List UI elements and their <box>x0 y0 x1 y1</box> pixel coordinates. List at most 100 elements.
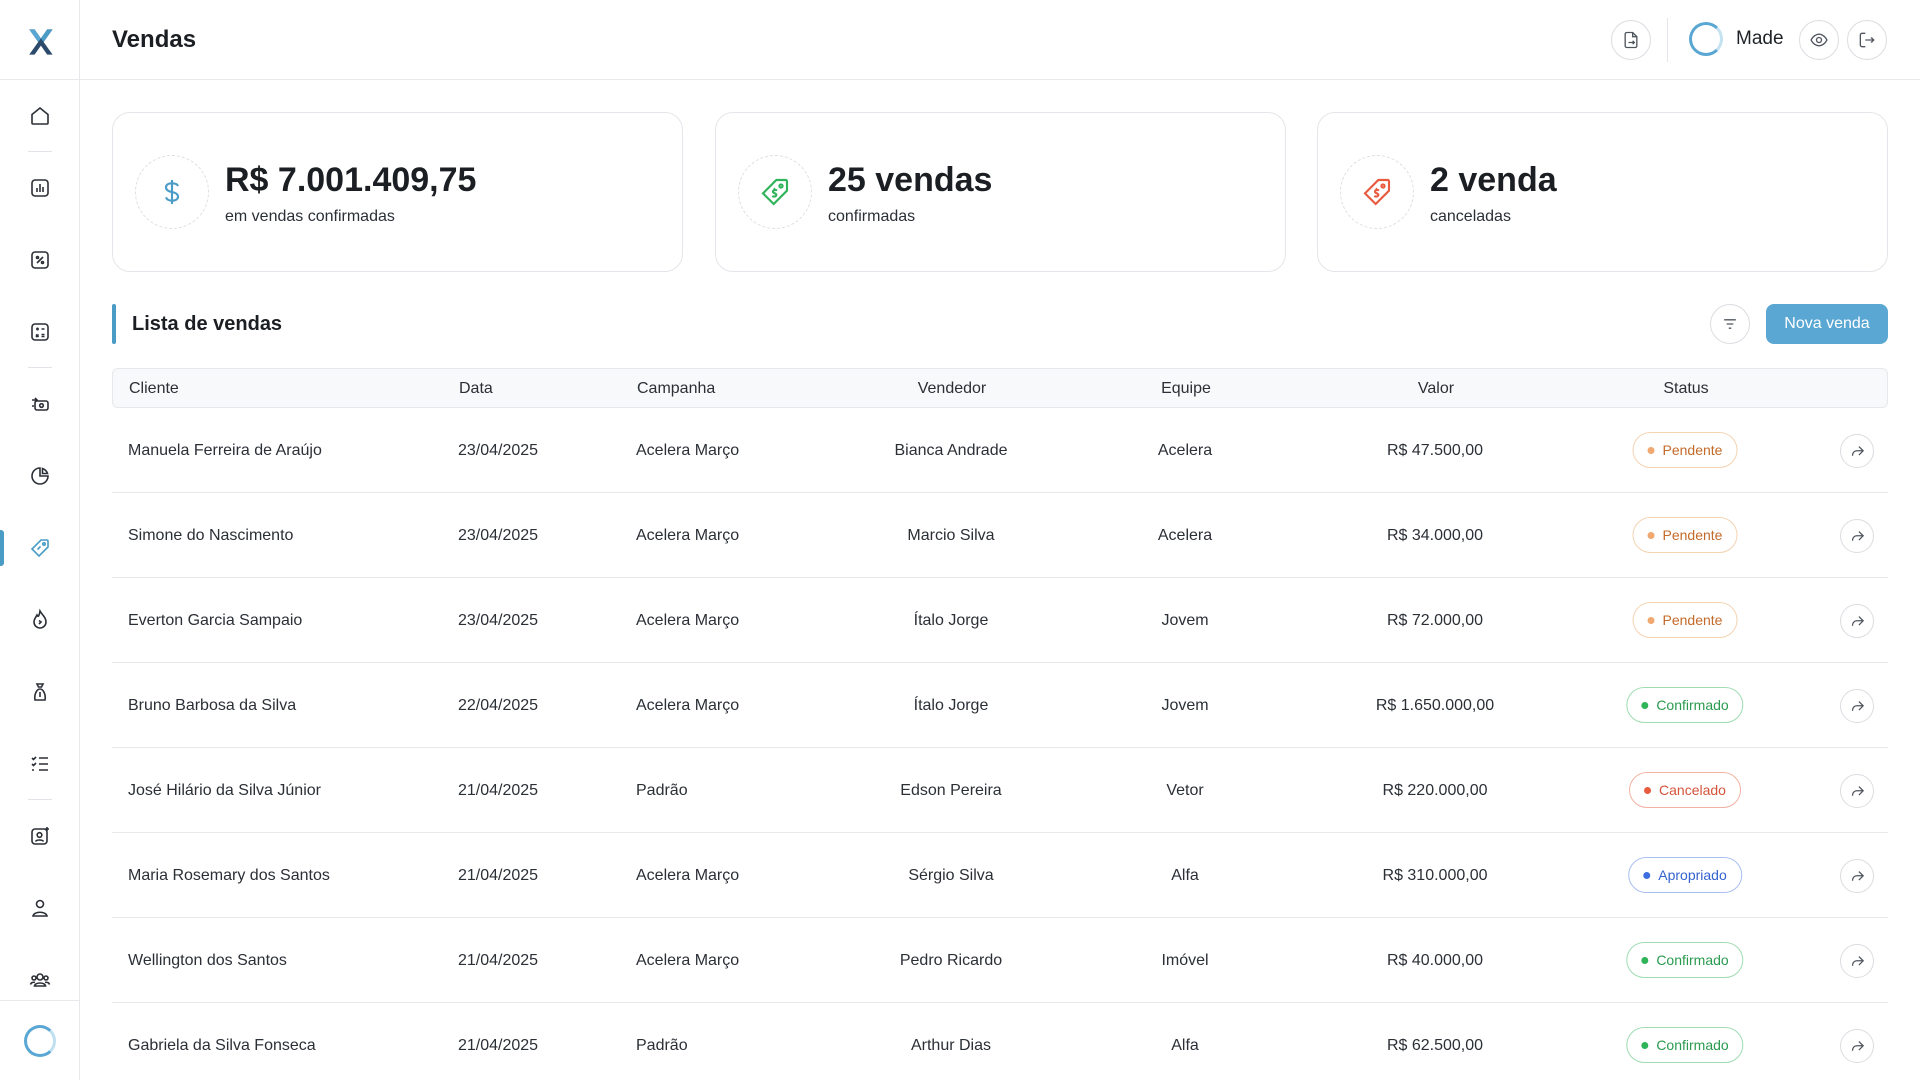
share-button[interactable] <box>1840 944 1874 978</box>
sidebar-item-finance[interactable] <box>0 376 80 432</box>
cell-campanha: Acelera Março <box>636 612 740 629</box>
kpi-value: R$ 7.001.409,75 <box>225 161 477 199</box>
user-name[interactable]: Made <box>1736 28 1784 50</box>
status-label: Cancelado <box>1659 782 1726 798</box>
status-dot-icon <box>1641 956 1649 964</box>
cell-cliente: Simone do Nascimento <box>128 527 294 544</box>
share-button[interactable] <box>1840 1029 1874 1063</box>
nav-divider <box>28 799 52 800</box>
home-icon <box>31 106 49 125</box>
filter-icon <box>1724 319 1736 329</box>
cell-equipe: Jovem <box>1161 612 1209 629</box>
column-header-campanha[interactable]: Campanha <box>637 380 715 398</box>
new-sale-button[interactable]: Nova venda <box>1766 304 1888 344</box>
sidebar-item-goals[interactable] <box>0 592 80 648</box>
cell-campanha: Acelera Março <box>636 952 740 969</box>
status-badge: Cancelado <box>1629 772 1741 808</box>
sidebar-item-calculator[interactable] <box>0 304 80 360</box>
table-row[interactable]: Gabriela da Silva Fonseca 21/04/2025 Pad… <box>112 1003 1888 1080</box>
nav-divider <box>28 367 52 368</box>
cell-equipe: Alfa <box>1171 1037 1199 1054</box>
visibility-toggle-button[interactable] <box>1799 20 1839 60</box>
cell-data: 21/04/2025 <box>458 782 539 799</box>
column-header-valor[interactable]: Valor <box>1418 380 1454 398</box>
logout-icon <box>1859 32 1875 48</box>
filter-button[interactable] <box>1710 304 1750 344</box>
share-button[interactable] <box>1840 859 1874 893</box>
column-header-cliente[interactable]: Cliente <box>129 380 179 398</box>
cell-equipe: Jovem <box>1161 697 1209 714</box>
share-arrow-icon <box>1851 955 1864 966</box>
cell-valor: R$ 310.000,00 <box>1382 867 1488 884</box>
column-header-equipe[interactable]: Equipe <box>1161 380 1211 398</box>
sidebar-item-dashboard[interactable] <box>0 448 80 504</box>
status-label: Pendente <box>1662 527 1723 543</box>
table-row[interactable]: Bruno Barbosa da Silva 22/04/2025 Aceler… <box>112 663 1888 748</box>
cell-cliente: Manuela Ferreira de Araújo <box>128 442 322 459</box>
share-arrow-icon <box>1851 615 1864 626</box>
kpi-card-confirmed-value: R$ 7.001.409,75 em vendas confirmadas <box>112 112 683 272</box>
cell-campanha: Acelera Março <box>636 527 740 544</box>
sidebar-item-home[interactable] <box>0 88 80 144</box>
column-header-vendedor[interactable]: Vendedor <box>918 380 987 398</box>
cell-data: 22/04/2025 <box>458 697 539 714</box>
share-button[interactable] <box>1840 689 1874 723</box>
sidebar-item-tasks[interactable] <box>0 736 80 792</box>
hand-money-icon <box>34 683 46 701</box>
column-header-status[interactable]: Status <box>1663 380 1708 398</box>
share-button[interactable] <box>1840 604 1874 638</box>
cell-vendedor: Ítalo Jorge <box>913 697 989 714</box>
sidebar-item-commissions[interactable] <box>0 232 80 288</box>
kpi-label: em vendas confirmadas <box>225 208 395 225</box>
status-badge: Confirmado <box>1626 942 1744 978</box>
cell-valor: R$ 40.000,00 <box>1386 952 1484 969</box>
sidebar-item-sales[interactable] <box>0 520 80 576</box>
table-row[interactable]: José Hilário da Silva Júnior 21/04/2025 … <box>112 748 1888 833</box>
cell-vendedor: Pedro Ricardo <box>899 952 1003 969</box>
table-row[interactable]: Everton Garcia Sampaio 23/04/2025 Aceler… <box>112 578 1888 663</box>
table-row[interactable]: Wellington dos Santos 21/04/2025 Acelera… <box>112 918 1888 1003</box>
table-row[interactable]: Simone do Nascimento 23/04/2025 Acelera … <box>112 493 1888 578</box>
user-settings-icon <box>31 827 49 845</box>
column-header-data[interactable]: Data <box>459 380 493 398</box>
cell-vendedor: Arthur Dias <box>910 1037 992 1054</box>
kpi-value: 25 vendas <box>828 161 993 199</box>
cell-data: 21/04/2025 <box>458 867 539 884</box>
status-dot-icon <box>1647 446 1655 454</box>
table-row[interactable]: Maria Rosemary dos Santos 21/04/2025 Ace… <box>112 833 1888 918</box>
cell-valor: R$ 220.000,00 <box>1382 782 1488 799</box>
sidebar-item-payments[interactable] <box>0 664 80 720</box>
share-button[interactable] <box>1840 434 1874 468</box>
share-arrow-icon <box>1851 1040 1864 1051</box>
sidebar-profile[interactable] <box>0 1000 80 1080</box>
table-row[interactable]: Manuela Ferreira de Araújo 23/04/2025 Ac… <box>112 408 1888 493</box>
cell-valor: R$ 72.000,00 <box>1386 612 1484 629</box>
sidebar-item-reports[interactable] <box>0 160 80 216</box>
kpi-icon-wrapper <box>1340 155 1414 229</box>
cell-data: 23/04/2025 <box>458 442 539 459</box>
share-button[interactable] <box>1840 519 1874 553</box>
cell-equipe: Acelera <box>1157 442 1213 459</box>
header-divider <box>1667 18 1668 62</box>
page-title: Vendas <box>112 26 197 53</box>
kpi-card-confirmed-count: 25 vendas confirmadas <box>715 112 1286 272</box>
dollar-icon <box>164 180 180 204</box>
calculator-icon <box>31 323 49 341</box>
sidebar-divider <box>0 79 80 80</box>
x-logo-icon[interactable] <box>20 22 60 62</box>
sidebar-item-profile-settings[interactable] <box>0 808 80 864</box>
logout-button[interactable] <box>1847 20 1887 60</box>
export-button[interactable] <box>1611 20 1651 60</box>
share-button[interactable] <box>1840 774 1874 808</box>
cell-vendedor: Edson Pereira <box>900 782 1002 799</box>
status-dot-icon <box>1641 701 1649 709</box>
sidebar-item-users[interactable] <box>0 880 80 936</box>
share-arrow-icon <box>1851 870 1864 881</box>
cell-campanha: Padrão <box>636 782 688 799</box>
bar-chart-icon <box>31 179 49 197</box>
page-header: Vendas Made <box>80 0 1920 80</box>
tag-green-icon <box>761 178 789 206</box>
status-label: Confirmado <box>1656 952 1729 968</box>
avatar[interactable] <box>1689 22 1723 56</box>
cell-valor: R$ 1.650.000,00 <box>1375 697 1495 714</box>
